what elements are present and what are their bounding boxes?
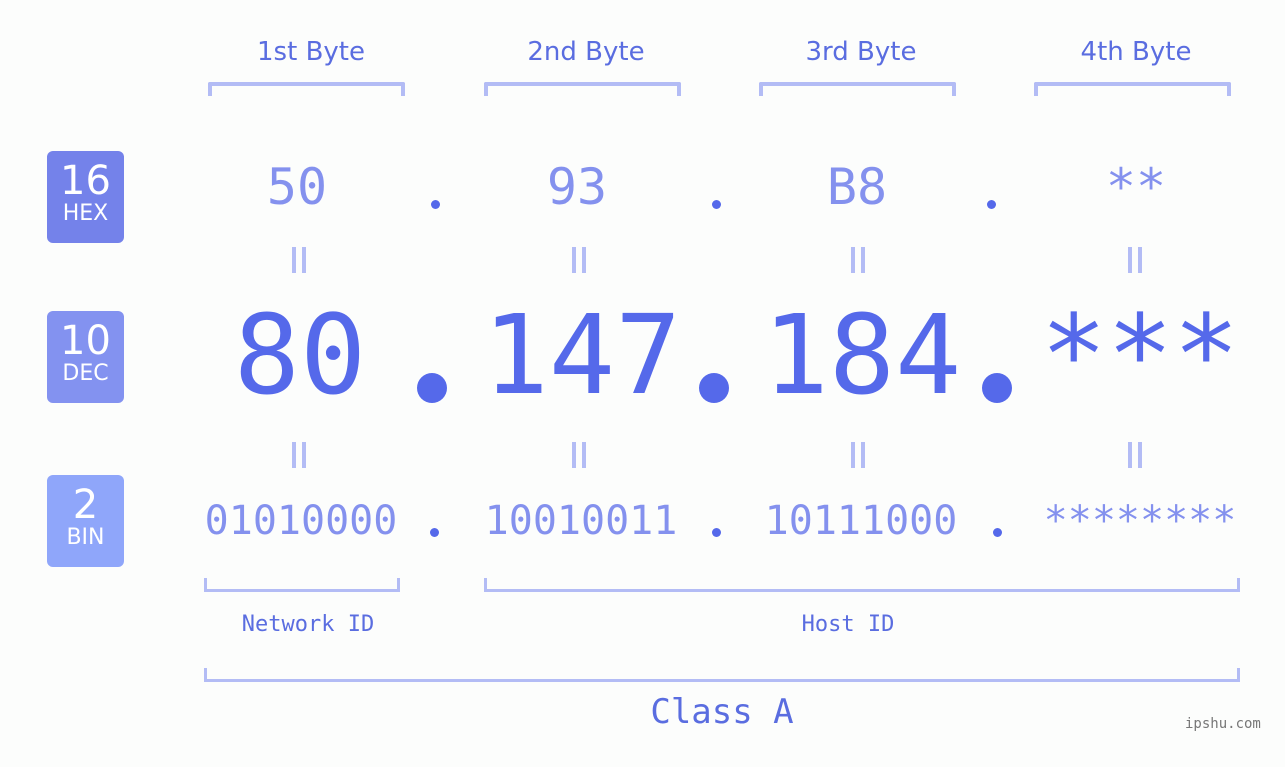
byte-bracket-2 xyxy=(484,82,681,96)
class-bracket xyxy=(204,668,1240,682)
dec-base-number: 10 xyxy=(60,318,111,364)
hex-separator-dot xyxy=(431,200,440,209)
watermark: ipshu.com xyxy=(1185,716,1261,732)
bin-separator-dot xyxy=(712,528,721,537)
hex-base-number: 16 xyxy=(60,158,111,204)
dec-separator-dot xyxy=(982,373,1012,403)
network-id-bracket xyxy=(204,578,400,592)
dec-value-4: *** xyxy=(1040,291,1240,419)
hex-separator-dot xyxy=(987,200,996,209)
ip-class-label: Class A xyxy=(650,692,794,732)
byte-bracket-3 xyxy=(759,82,956,96)
dec-value-2: 147 xyxy=(482,291,682,419)
byte-header-4: 4th Byte xyxy=(1080,37,1192,67)
bin-value-2: 10010011 xyxy=(484,498,678,544)
bin-value-4: ******** xyxy=(1043,498,1237,544)
byte-bracket-1 xyxy=(208,82,405,96)
bin-separator-dot xyxy=(993,528,1002,537)
bin-badge: 2 BIN xyxy=(47,475,124,567)
network-id-label: Network ID xyxy=(241,612,375,637)
equals-icon xyxy=(851,442,865,468)
hex-separator-dot xyxy=(712,200,721,209)
hex-value-1: 50 xyxy=(266,158,328,216)
equals-icon xyxy=(851,247,865,273)
byte-header-3: 3rd Byte xyxy=(805,37,917,67)
dec-separator-dot xyxy=(699,373,729,403)
hex-value-3: B8 xyxy=(826,158,888,216)
bin-separator-dot xyxy=(430,528,439,537)
byte-header-2: 2nd Byte xyxy=(527,37,645,67)
bin-base-label: BIN xyxy=(66,525,105,550)
bin-base-number: 2 xyxy=(72,482,99,528)
dec-value-3: 184 xyxy=(762,291,962,419)
dec-base-label: DEC xyxy=(62,361,109,386)
hex-value-2: 93 xyxy=(546,158,608,216)
dec-value-1: 80 xyxy=(233,291,367,419)
equals-icon xyxy=(292,442,306,468)
hex-base-label: HEX xyxy=(62,201,109,226)
host-id-bracket xyxy=(484,578,1240,592)
equals-icon xyxy=(1128,442,1142,468)
byte-bracket-4 xyxy=(1034,82,1231,96)
equals-icon xyxy=(292,247,306,273)
hex-badge: 16 HEX xyxy=(47,151,124,243)
dec-badge: 10 DEC xyxy=(47,311,124,403)
hex-value-4: ** xyxy=(1105,158,1167,216)
equals-icon xyxy=(572,442,586,468)
dec-separator-dot xyxy=(417,373,447,403)
host-id-label: Host ID xyxy=(801,612,895,637)
bin-value-1: 01010000 xyxy=(204,498,398,544)
byte-header-1: 1st Byte xyxy=(257,37,365,67)
bin-value-3: 10111000 xyxy=(764,498,958,544)
equals-icon xyxy=(572,247,586,273)
equals-icon xyxy=(1128,247,1142,273)
